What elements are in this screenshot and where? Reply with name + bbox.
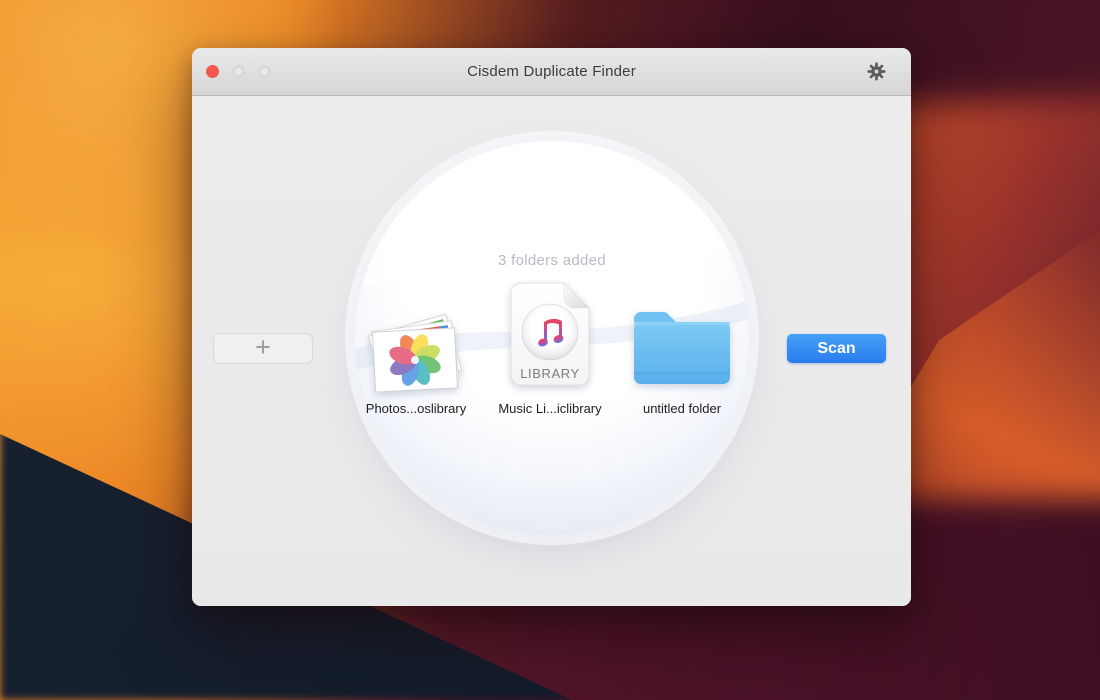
photos-library-icon (341, 280, 491, 392)
folder-item-untitled-folder[interactable]: untitled folder (607, 280, 757, 416)
blue-folder-icon (607, 280, 757, 392)
scan-button[interactable]: Scan (787, 334, 886, 363)
library-badge: LIBRARY (506, 366, 594, 381)
app-window: Cisdem Duplicate Finder (192, 48, 911, 606)
traffic-lights (206, 48, 271, 95)
window-content: 3 folders added (192, 96, 911, 606)
music-library-icon: LIBRARY (506, 281, 594, 392)
folder-item-music-library[interactable]: LIBRARY Music Li...iclibrary (475, 280, 625, 416)
gear-icon (865, 60, 888, 83)
folder-item-label: Photos...oslibrary (341, 401, 491, 416)
add-folder-button[interactable]: + (213, 333, 313, 364)
window-title: Cisdem Duplicate Finder (467, 63, 636, 80)
settings-button[interactable] (865, 60, 888, 83)
folder-item-label: Music Li...iclibrary (475, 401, 625, 416)
folder-item-label: untitled folder (607, 401, 757, 416)
zoom-button[interactable] (258, 65, 271, 78)
plus-icon: + (255, 332, 271, 362)
scan-button-label: Scan (817, 340, 855, 358)
folder-item-photos-library[interactable]: Photos...oslibrary (341, 280, 491, 416)
folders-added-status: 3 folders added (355, 252, 749, 269)
minimize-button[interactable] (232, 65, 245, 78)
close-button[interactable] (206, 65, 219, 78)
title-bar: Cisdem Duplicate Finder (192, 48, 911, 96)
